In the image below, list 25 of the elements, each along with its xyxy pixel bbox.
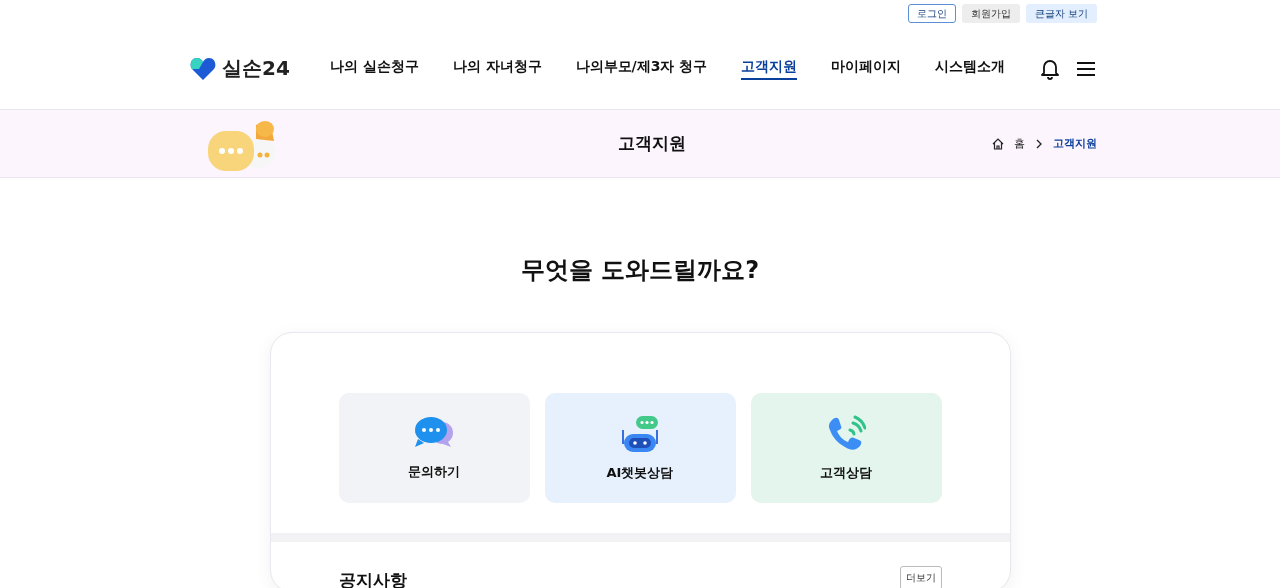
home-icon bbox=[992, 137, 1004, 150]
breadcrumb-link[interactable]: 고객지원 bbox=[1053, 136, 1097, 151]
robot-icon bbox=[620, 414, 660, 454]
utility-button[interactable]: 큰글자 보기 bbox=[1025, 4, 1097, 23]
service-button[interactable]: AI챗봇상담 bbox=[544, 393, 736, 503]
breadcrumb-link[interactable]: 홈 bbox=[1014, 136, 1025, 151]
main-heading: 무엇을 도와드릴까요? bbox=[519, 255, 761, 286]
nav-link[interactable]: 마이페이지 bbox=[831, 57, 902, 80]
menu-icon[interactable] bbox=[1076, 60, 1096, 77]
service-button[interactable]: 문의하기 bbox=[338, 393, 530, 503]
section-title: 공지사항 bbox=[338, 569, 407, 588]
nav-link[interactable]: 나의부모/제3자 청구 bbox=[575, 57, 708, 80]
utility-button[interactable]: 로그인 bbox=[907, 4, 956, 23]
nav-link[interactable]: 고객지원 bbox=[741, 57, 798, 80]
nav-link[interactable]: 나의 자녀청구 bbox=[452, 57, 542, 80]
heart-logo-icon bbox=[190, 56, 216, 81]
logo-text[interactable]: 실손24 bbox=[222, 55, 290, 82]
page-title: 고객지원 bbox=[617, 132, 686, 155]
chevron-right-icon bbox=[1035, 138, 1043, 149]
more-button[interactable]: 더보기 bbox=[899, 566, 942, 588]
bell-icon[interactable] bbox=[1040, 57, 1060, 80]
utility-button[interactable]: 회원가입 bbox=[961, 4, 1020, 23]
service-button[interactable]: 고객상담 bbox=[750, 393, 942, 503]
nav-link[interactable]: 나의 실손청구 bbox=[329, 57, 419, 80]
nav-link[interactable]: 시스템소개 bbox=[935, 57, 1006, 80]
